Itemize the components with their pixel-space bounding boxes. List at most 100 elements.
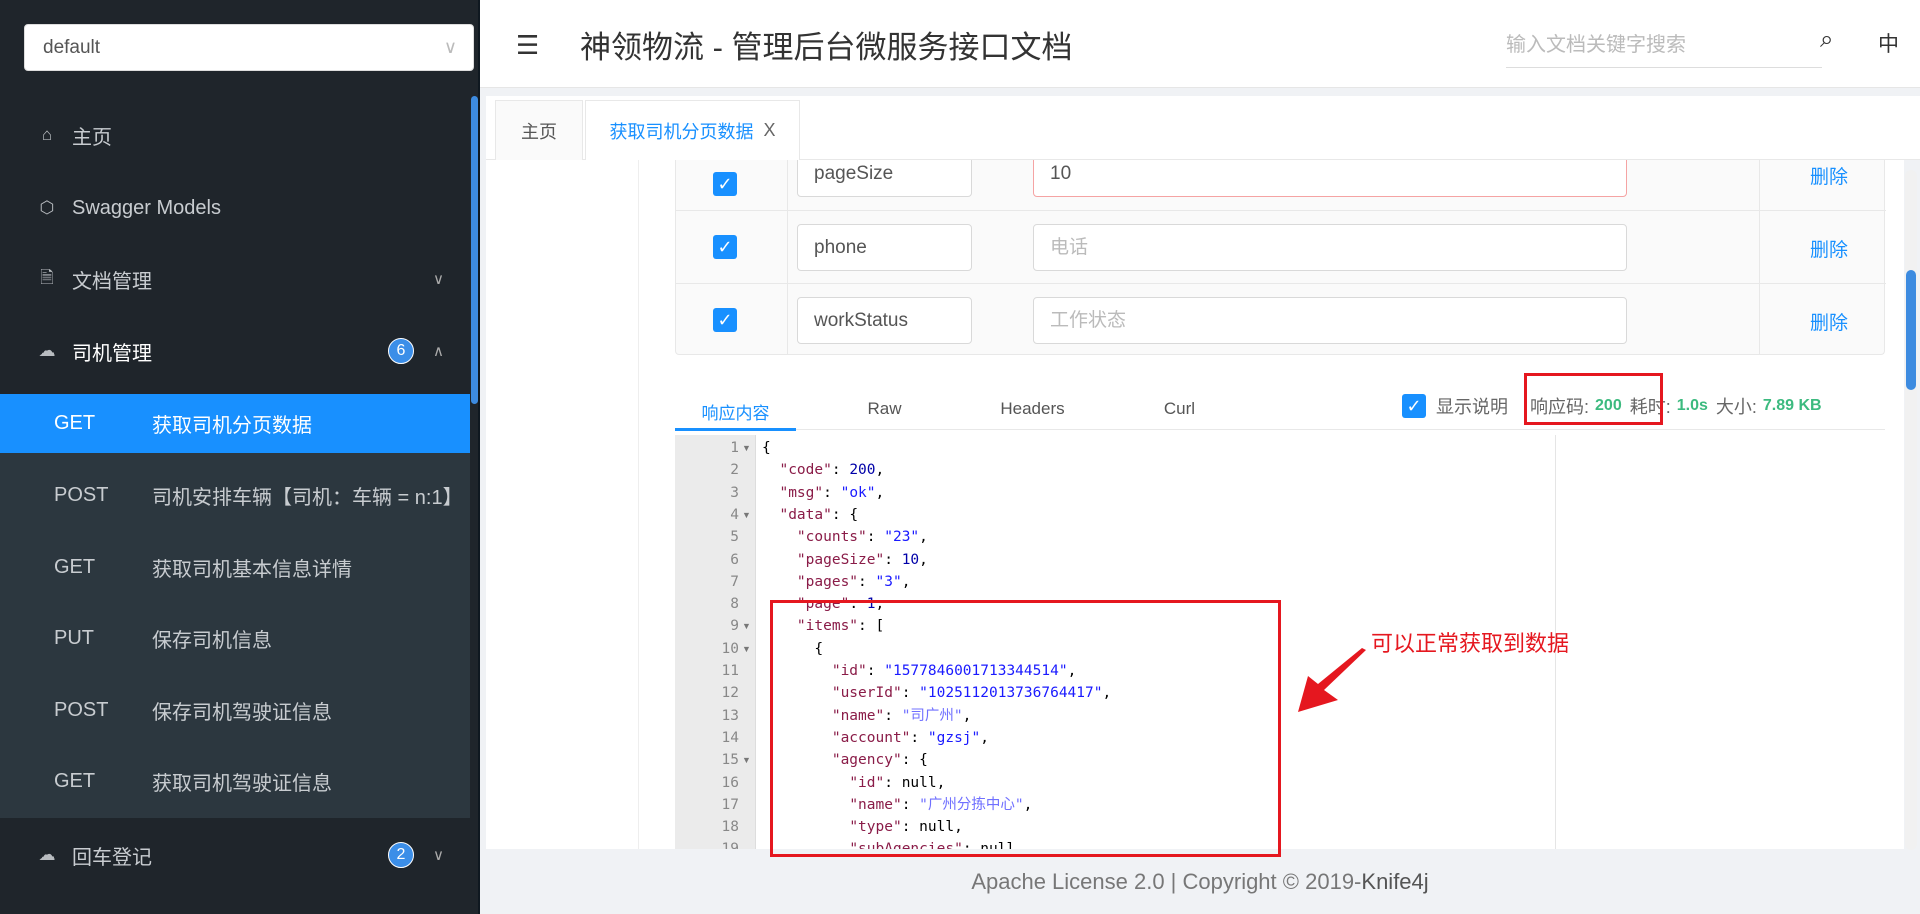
divider [638,160,639,849]
endpoint-item[interactable]: GET 获取司机基本信息详情 [0,538,470,597]
api-cloud-icon: ☁ [38,845,56,864]
param-row: ✓ pageSize 10 删除 [676,160,1886,211]
sidebar-item-label: Swagger Models [72,196,221,219]
line-number: 5 [730,529,739,546]
active-tab-underline [675,428,796,431]
method: GET [54,556,96,578]
param-checkbox[interactable]: ✓ [713,235,737,259]
sidebar: default ∨ ⌂ 主页 ⬡ Swagger Models 🗎 文档管理 ∨ ☁ 司机管… [0,0,480,914]
endpoint-label: 保存司机信息 [152,630,272,652]
line-number: 3 [730,484,739,501]
endpoint-item[interactable]: PUT 保存司机信息 [0,609,470,668]
size-label: 大小: [1715,397,1757,417]
params-table: ✓ pageSize 10 删除 ✓ phone 电话 删除 ✓ workSta… [675,160,1886,357]
menu-fold-icon[interactable]: ☰ [516,30,539,61]
response-size: 7.89 KB [1762,397,1822,414]
fold-toggle-icon[interactable]: ▼ [742,504,751,526]
param-value-input[interactable]: 电话 [1033,224,1627,271]
method: GET [54,770,96,792]
content-scrollbar[interactable] [1906,270,1916,390]
line-number: 9 [730,618,739,635]
endpoint-item[interactable]: GET 获取司机驾驶证信息 [0,752,470,811]
group-select-value: default [43,37,101,58]
footer-year: 2019- [1299,869,1362,894]
api-cloud-icon: ☁ [38,341,56,360]
method: POST [54,484,109,506]
endpoint-item[interactable]: POST 保存司机驾驶证信息 [0,681,470,740]
tab-raw[interactable]: Raw [824,399,945,419]
code-line: "data": { [779,506,859,523]
footer: Apache License 2.0 | Copyright © 2019-Kn… [480,849,1920,914]
fold-toggle-icon[interactable]: ▼ [742,437,751,459]
tab-label: 获取司机分页数据 [609,121,754,142]
group-select[interactable]: default ∨ [24,24,474,71]
sidebar-scrollbar[interactable] [471,96,478,404]
tab-response-content[interactable]: 响应内容 [675,399,796,424]
param-row: ✓ phone 电话 删除 [676,211,1886,284]
endpoint-label: 获取司机分页数据 [152,415,312,437]
param-value-input[interactable]: 工作状态 [1033,297,1627,344]
code-line: { [762,440,771,456]
tab-headers[interactable]: Headers [972,399,1093,419]
chevron-up-icon: ∧ [433,343,444,360]
copyright-icon: © [1282,869,1299,894]
param-row: ✓ workStatus 工作状态 删除 [676,284,1886,357]
annotation-highlight-box [770,600,1281,857]
sidebar-item-docs[interactable]: 🗎 文档管理 ∨ [0,249,470,309]
document-settings-icon: 🗎 [40,267,54,287]
fold-toggle-icon[interactable]: ▼ [742,638,751,660]
tab-home[interactable]: 主页 [495,100,583,160]
search-input[interactable] [1506,24,1822,68]
tab-curl[interactable]: Curl [1119,399,1240,419]
param-name-input[interactable]: pageSize [797,160,972,197]
annotation-arrow-icon [1298,648,1366,712]
line-number: 6 [730,551,739,568]
method: PUT [54,627,94,649]
delete-param-link[interactable]: 删除 [1810,162,1848,189]
tab-bar: 主页 获取司机分页数据 X [486,96,1920,160]
endpoint-item[interactable]: GET 获取司机分页数据 [0,394,470,453]
footer-brand[interactable]: Knife4j [1361,869,1428,894]
line-number: 7 [730,573,739,590]
sidebar-item-label: 司机管理 [72,342,152,365]
sidebar-item-driver[interactable]: ☁ 司机管理 6 ∧ [0,321,470,381]
fold-toggle-icon[interactable]: ▼ [742,615,751,637]
sidebar-item-swagger-models[interactable]: ⬡ Swagger Models [0,178,470,238]
fold-toggle-icon[interactable]: ▼ [742,749,751,771]
show-description-checkbox[interactable]: ✓ [1402,394,1426,418]
param-checkbox[interactable]: ✓ [713,172,737,196]
endpoint-label: 司机安排车辆【司机：车辆 = n:1】 [152,487,463,509]
sidebar-scrollbar-track [478,0,480,914]
param-value-input[interactable]: 10 [1033,160,1627,197]
annotation-highlight-box [1524,373,1663,425]
method: GET [54,412,96,434]
delete-param-link[interactable]: 删除 [1810,308,1848,335]
language-toggle[interactable]: 中 [1878,28,1899,58]
endpoint-label: 保存司机驾驶证信息 [152,702,332,724]
code-line: "counts": "23", [796,529,928,546]
sidebar-item-home[interactable]: ⌂ 主页 [0,105,470,165]
sidebar-item-label: 主页 [72,126,112,149]
line-number: 17 [721,796,739,813]
sidebar-item-label: 文档管理 [72,270,152,293]
sidebar-item-return-register[interactable]: ☁ 回车登记 2 ∨ [0,825,470,885]
tab-driver-page[interactable]: 获取司机分页数据 X [585,100,800,160]
code-line: "pageSize": 10, [796,551,928,568]
show-description-label: 显示说明 [1436,397,1508,417]
endpoint-label: 获取司机基本信息详情 [152,559,352,581]
chevron-down-icon: ∨ [433,271,444,288]
home-icon: ⌂ [41,125,53,144]
close-icon[interactable]: X [763,120,775,141]
param-checkbox[interactable]: ✓ [713,308,737,332]
count-badge: 6 [388,338,414,364]
search-icon[interactable]: ⌕ [1820,26,1833,54]
annotation-text: 可以正常获取到数据 [1371,631,1570,656]
endpoint-item[interactable]: POST 司机安排车辆【司机：车辆 = n:1】 [0,466,470,525]
chevron-down-icon: ∨ [433,847,444,864]
line-number: 19 [675,838,739,849]
param-name-input[interactable]: phone [797,224,972,271]
cube-icon: ⬡ [39,198,55,217]
param-name-input[interactable]: workStatus [797,297,972,344]
line-number: 10 [721,640,739,657]
delete-param-link[interactable]: 删除 [1810,235,1848,262]
